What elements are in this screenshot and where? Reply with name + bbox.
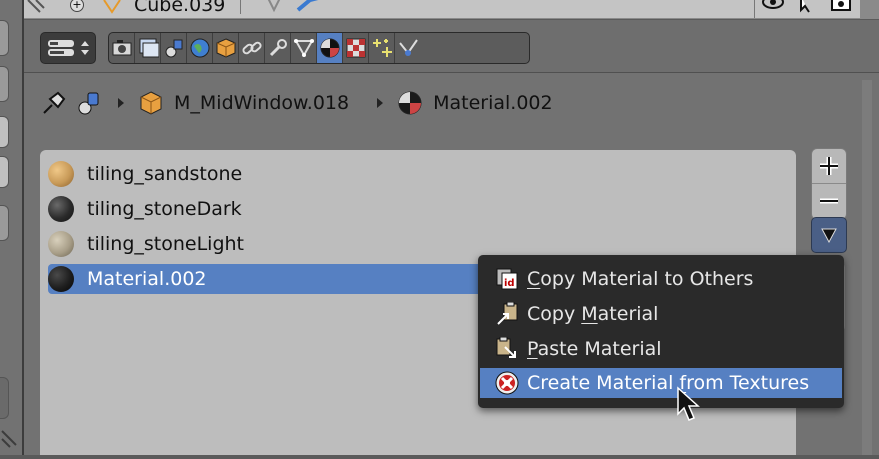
material-preview-icon bbox=[48, 266, 74, 292]
breadcrumb-object: M_MidWindow.018 bbox=[174, 92, 350, 114]
breadcrumb-separator-icon bbox=[118, 98, 124, 108]
material-slot-name: Material.002 bbox=[87, 268, 207, 290]
slot-add-remove-group bbox=[811, 148, 847, 220]
down-arrow-icon bbox=[821, 228, 837, 243]
tab-world[interactable] bbox=[187, 33, 213, 63]
resize-corner-icon[interactable] bbox=[0, 425, 22, 455]
remove-slot-button[interactable] bbox=[812, 184, 846, 218]
breadcrumb-separator-icon bbox=[377, 98, 384, 108]
adjacent-editor-strip bbox=[0, 0, 22, 455]
tab-physics[interactable] bbox=[395, 33, 421, 63]
tab-texture[interactable] bbox=[343, 33, 369, 63]
properties-context-tabs bbox=[108, 32, 530, 64]
scene-icon bbox=[78, 92, 99, 115]
adjacent-editor-button[interactable] bbox=[0, 20, 9, 56]
svg-text:id: id bbox=[504, 278, 515, 289]
resize-corner-icon[interactable] bbox=[24, 0, 54, 18]
object-cube-icon bbox=[140, 91, 162, 115]
material-slot-name: tiling_stoneLight bbox=[87, 233, 245, 255]
render-layers-icon bbox=[139, 38, 159, 58]
scrollbar[interactable] bbox=[862, 80, 872, 455]
menu-label-post: aterial bbox=[597, 303, 659, 325]
outliner-row[interactable]: + Cube.039 bbox=[24, 0, 879, 19]
scroll-area bbox=[860, 0, 879, 18]
texture-checker-icon bbox=[346, 38, 365, 58]
material-slot-name: tiling_stoneDark bbox=[87, 198, 242, 220]
menu-hotkey: P bbox=[527, 338, 538, 360]
divider bbox=[754, 0, 755, 18]
menu-label-pre: Copy bbox=[527, 303, 582, 325]
minus-icon bbox=[820, 198, 838, 204]
expand-toggle-icon[interactable]: + bbox=[70, 0, 84, 12]
mesh-data-icon bbox=[103, 0, 121, 14]
material-specials-menu: id Copy Material to Others Copy Material… bbox=[478, 255, 844, 408]
menu-item-paste-material[interactable]: Paste Material bbox=[478, 334, 844, 364]
menu-item-create-material-from-textures[interactable]: Create Material from Textures bbox=[480, 368, 842, 398]
texture-material-icon bbox=[494, 370, 520, 396]
plus-icon bbox=[820, 157, 838, 175]
constraint-chain-icon bbox=[241, 41, 262, 55]
add-slot-button[interactable] bbox=[812, 149, 846, 184]
adjacent-editor-panel bbox=[0, 377, 9, 419]
tab-modifiers[interactable] bbox=[265, 33, 291, 63]
mesh-data-icon bbox=[293, 39, 314, 58]
material-sphere-icon bbox=[320, 38, 339, 58]
divider bbox=[240, 0, 241, 14]
material-preview-icon bbox=[48, 161, 74, 187]
updown-arrows-icon bbox=[81, 41, 89, 55]
material-preview-icon bbox=[48, 231, 74, 257]
tab-data[interactable] bbox=[291, 33, 317, 63]
outliner-object-name: Cube.039 bbox=[134, 0, 226, 16]
menu-label-post: opy Material to Others bbox=[540, 268, 754, 290]
adjacent-editor-button[interactable] bbox=[0, 66, 9, 102]
tab-object[interactable] bbox=[213, 33, 239, 63]
material-sphere-icon bbox=[398, 91, 422, 115]
wrench-icon bbox=[269, 39, 287, 57]
mouse-cursor-icon bbox=[677, 386, 700, 421]
menu-hotkey: C bbox=[527, 268, 541, 290]
breadcrumb-material: Material.002 bbox=[433, 92, 553, 114]
camera-icon bbox=[112, 40, 131, 56]
tab-constraints[interactable] bbox=[239, 33, 265, 63]
adjacent-editor-button[interactable] bbox=[0, 205, 9, 241]
tab-particles[interactable] bbox=[369, 33, 395, 63]
menu-label-post: rom Textures bbox=[686, 372, 810, 394]
material-slot-name: tiling_sandstone bbox=[87, 163, 243, 185]
adjacent-editor-field[interactable] bbox=[0, 156, 9, 188]
pin-icon[interactable] bbox=[40, 89, 68, 117]
adjacent-editor-field[interactable] bbox=[0, 116, 9, 148]
light-icon bbox=[267, 0, 281, 13]
properties-editor-icon bbox=[48, 40, 74, 56]
specials-menu-button[interactable] bbox=[811, 217, 847, 253]
menu-hotkey: M bbox=[581, 303, 598, 325]
tab-render-layers[interactable] bbox=[135, 33, 161, 63]
object-cube-icon bbox=[216, 38, 235, 58]
copy-to-selected-icon: id bbox=[494, 266, 520, 292]
physics-icon bbox=[399, 39, 418, 56]
cursor-select-icon[interactable] bbox=[798, 0, 816, 14]
tab-render[interactable] bbox=[109, 33, 135, 63]
scene-icon bbox=[165, 39, 182, 58]
eye-icon[interactable] bbox=[760, 0, 786, 14]
menu-item-copy-material-to-others[interactable]: id Copy Material to Others bbox=[478, 264, 844, 294]
list-item[interactable]: tiling_stoneDark bbox=[48, 194, 784, 224]
wrench-icon bbox=[296, 0, 319, 12]
menu-label-pre: Create Material bbox=[527, 372, 680, 394]
world-icon bbox=[190, 38, 209, 58]
tab-scene[interactable] bbox=[161, 33, 187, 63]
editor-type-selector[interactable] bbox=[40, 32, 96, 64]
list-item[interactable]: tiling_sandstone bbox=[48, 159, 784, 189]
material-preview-icon bbox=[48, 196, 74, 222]
menu-item-copy-material[interactable]: Copy Material bbox=[478, 299, 844, 329]
tab-material[interactable] bbox=[317, 33, 343, 63]
breadcrumb: M_MidWindow.018 Material.002 bbox=[40, 86, 553, 120]
camera-render-icon[interactable] bbox=[830, 0, 852, 14]
paste-icon bbox=[494, 336, 520, 362]
menu-label-post: aste Material bbox=[537, 338, 662, 360]
particles-icon bbox=[372, 39, 392, 57]
copy-icon bbox=[494, 301, 520, 327]
